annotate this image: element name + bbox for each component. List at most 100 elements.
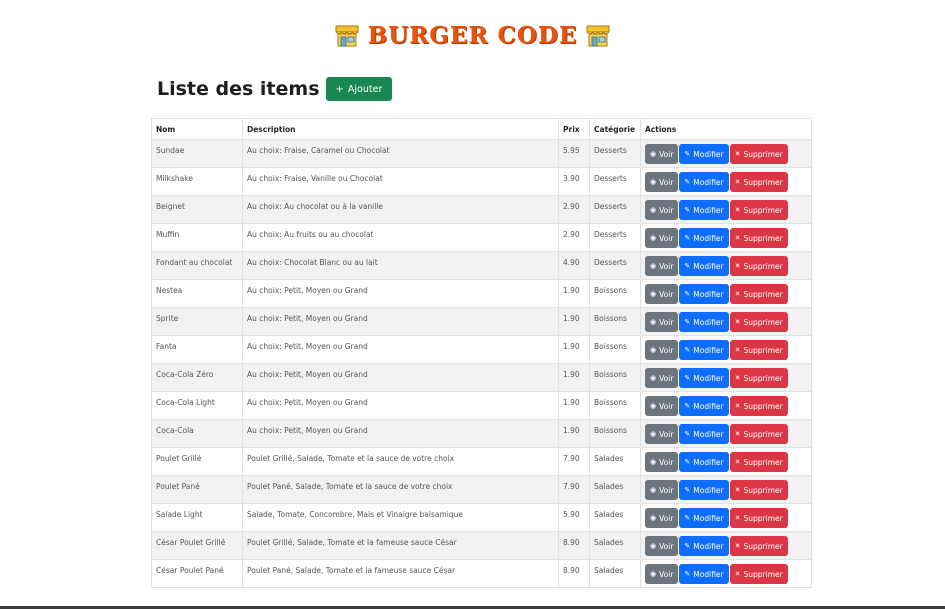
add-button[interactable]: + Ajouter [325, 77, 393, 101]
cell-category: Boissons [589, 279, 641, 308]
delete-button-label: Supprimer [743, 289, 783, 299]
delete-button[interactable]: ✕ Supprimer [729, 312, 788, 332]
table-row: Coca-Cola Zéro Au choix: Petit, Moyen ou … [151, 363, 812, 392]
edit-button-label: Modifier [693, 205, 724, 215]
edit-button[interactable]: ✎ Modifier [679, 256, 729, 276]
eye-icon: ◉ [650, 569, 657, 578]
view-button[interactable]: ◉ Voir [645, 536, 679, 556]
view-button[interactable]: ◉ Voir [645, 284, 679, 304]
view-button[interactable]: ◉ Voir [645, 396, 679, 416]
view-button[interactable]: ◉ Voir [645, 564, 679, 584]
cell-price: 1.90 [558, 391, 590, 420]
delete-button-label: Supprimer [743, 429, 783, 439]
close-icon: ✕ [734, 373, 741, 382]
edit-button[interactable]: ✎ Modifier [679, 340, 729, 360]
view-button[interactable]: ◉ Voir [645, 480, 679, 500]
pencil-icon: ✎ [684, 373, 691, 382]
view-button[interactable]: ◉ Voir [645, 172, 679, 192]
pencil-icon: ✎ [684, 233, 691, 242]
cell-category: Salades [589, 559, 641, 588]
table-row: Coca-Cola Light Au choix: Petit, Moyen ou… [151, 391, 812, 420]
close-icon: ✕ [734, 401, 741, 410]
cell-category: Desserts [589, 251, 641, 280]
view-button[interactable]: ◉ Voir [645, 228, 679, 248]
cell-description: Au choix: Au fruits ou au chocolat [242, 223, 559, 252]
view-button[interactable]: ◉ Voir [645, 508, 679, 528]
edit-button[interactable]: ✎ Modifier [679, 536, 729, 556]
eye-icon: ◉ [650, 205, 657, 214]
edit-button[interactable]: ✎ Modifier [679, 284, 729, 304]
cell-actions: ◉ Voir ✎ Modifier ✕ Supprimer [640, 531, 812, 560]
table-row: Poulet Pané Poulet Pané, Salade, Tomate e… [151, 475, 812, 504]
edit-button[interactable]: ✎ Modifier [679, 368, 729, 388]
delete-button[interactable]: ✕ Supprimer [729, 144, 788, 164]
cell-description: Poulet Grillé, Salade, Tomate et la fame… [242, 531, 559, 560]
view-button[interactable]: ◉ Voir [645, 200, 679, 220]
delete-button[interactable]: ✕ Supprimer [729, 284, 788, 304]
eye-icon: ◉ [650, 233, 657, 242]
delete-button[interactable]: ✕ Supprimer [729, 340, 788, 360]
close-icon: ✕ [734, 289, 741, 298]
delete-button[interactable]: ✕ Supprimer [729, 228, 788, 248]
edit-button[interactable]: ✎ Modifier [679, 396, 729, 416]
edit-button[interactable]: ✎ Modifier [679, 480, 729, 500]
cell-price: 1.90 [558, 419, 590, 448]
view-button[interactable]: ◉ Voir [645, 144, 679, 164]
edit-button[interactable]: ✎ Modifier [679, 144, 729, 164]
cell-category: Boissons [589, 419, 641, 448]
edit-button[interactable]: ✎ Modifier [679, 200, 729, 220]
delete-button[interactable]: ✕ Supprimer [729, 564, 788, 584]
close-icon: ✕ [734, 261, 741, 270]
view-button[interactable]: ◉ Voir [645, 340, 679, 360]
edit-button[interactable]: ✎ Modifier [679, 312, 729, 332]
cell-description: Poulet Grillé, Salade, Tomate et la sauc… [242, 447, 559, 476]
view-button[interactable]: ◉ Voir [645, 424, 679, 444]
cell-name: Nestea [151, 279, 243, 308]
edit-button[interactable]: ✎ Modifier [679, 564, 729, 584]
eye-icon: ◉ [650, 373, 657, 382]
view-button[interactable]: ◉ Voir [645, 368, 679, 388]
eye-icon: ◉ [650, 457, 657, 466]
pencil-icon: ✎ [684, 541, 691, 550]
delete-button[interactable]: ✕ Supprimer [729, 172, 788, 192]
view-button[interactable]: ◉ Voir [645, 452, 679, 472]
close-icon: ✕ [734, 485, 741, 494]
delete-button[interactable]: ✕ Supprimer [729, 536, 788, 556]
delete-button[interactable]: ✕ Supprimer [729, 424, 788, 444]
view-button[interactable]: ◉ Voir [645, 312, 679, 332]
cell-description: Au choix: Petit, Moyen ou Grand [242, 391, 559, 420]
pencil-icon: ✎ [684, 289, 691, 298]
cell-category: Desserts [589, 139, 641, 168]
cell-name: César Poulet Grillé [151, 531, 243, 560]
view-button[interactable]: ◉ Voir [645, 256, 679, 276]
table-header-row: Nom Description Prix Catégorie Actions [151, 118, 812, 140]
delete-button[interactable]: ✕ Supprimer [729, 200, 788, 220]
pencil-icon: ✎ [684, 149, 691, 158]
pencil-icon: ✎ [684, 317, 691, 326]
cell-price: 8.90 [558, 559, 590, 588]
cell-actions: ◉ Voir ✎ Modifier ✕ Supprimer [640, 195, 812, 224]
cell-price: 3.90 [558, 167, 590, 196]
delete-button[interactable]: ✕ Supprimer [729, 452, 788, 472]
close-icon: ✕ [734, 429, 741, 438]
pencil-icon: ✎ [684, 569, 691, 578]
delete-button[interactable]: ✕ Supprimer [729, 256, 788, 276]
edit-button[interactable]: ✎ Modifier [679, 172, 729, 192]
cell-name: Coca-Cola Zéro [151, 363, 243, 392]
table-body: Sundae Au choix: Fraise, Caramel ou Choco… [151, 139, 812, 588]
edit-button[interactable]: ✎ Modifier [679, 228, 729, 248]
close-icon: ✕ [734, 569, 741, 578]
delete-button[interactable]: ✕ Supprimer [729, 480, 788, 500]
edit-button[interactable]: ✎ Modifier [679, 508, 729, 528]
delete-button[interactable]: ✕ Supprimer [729, 508, 788, 528]
cell-name: Milkshake [151, 167, 243, 196]
column-header-actions: Actions [640, 118, 812, 140]
delete-button[interactable]: ✕ Supprimer [729, 368, 788, 388]
close-icon: ✕ [734, 541, 741, 550]
edit-button[interactable]: ✎ Modifier [679, 452, 729, 472]
view-button-label: Voir [659, 289, 674, 299]
cell-description: Au choix: Fraise, Vanille ou Chocolat [242, 167, 559, 196]
edit-button[interactable]: ✎ Modifier [679, 424, 729, 444]
delete-button-label: Supprimer [743, 317, 783, 327]
delete-button[interactable]: ✕ Supprimer [729, 396, 788, 416]
